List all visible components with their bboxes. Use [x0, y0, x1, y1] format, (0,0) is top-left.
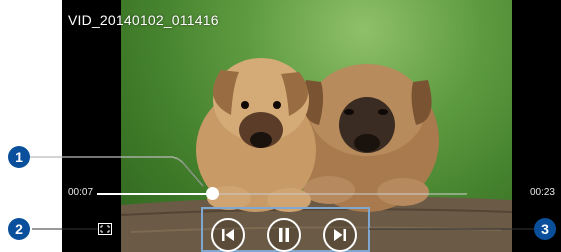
callout-3: 3 [534, 218, 556, 240]
callout-1: 1 [8, 146, 30, 168]
callout-2: 2 [8, 218, 30, 240]
callout-lines [30, 156, 534, 230]
